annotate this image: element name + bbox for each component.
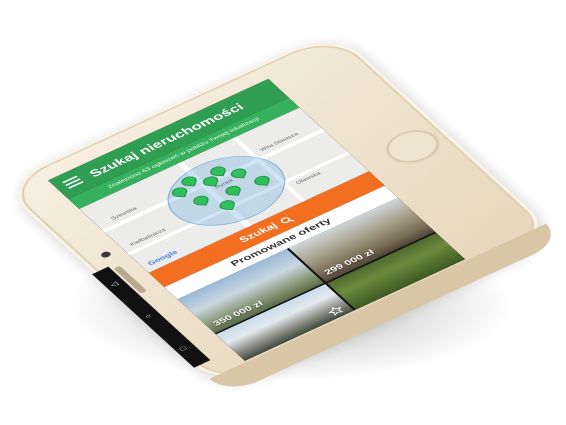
- triangle-back-icon[interactable]: ◁: [108, 280, 121, 288]
- hamburger-menu-icon[interactable]: [62, 175, 84, 189]
- home-button[interactable]: [376, 123, 449, 169]
- magnifier-icon: [280, 216, 295, 223]
- star-outline-icon[interactable]: [326, 305, 345, 317]
- square-recent-icon[interactable]: □: [178, 343, 191, 352]
- circle-home-icon[interactable]: ○: [143, 311, 156, 320]
- scene: Szukaj nieruchomości Znaleziono 63 ogłos…: [0, 0, 566, 425]
- front-camera: [99, 250, 113, 259]
